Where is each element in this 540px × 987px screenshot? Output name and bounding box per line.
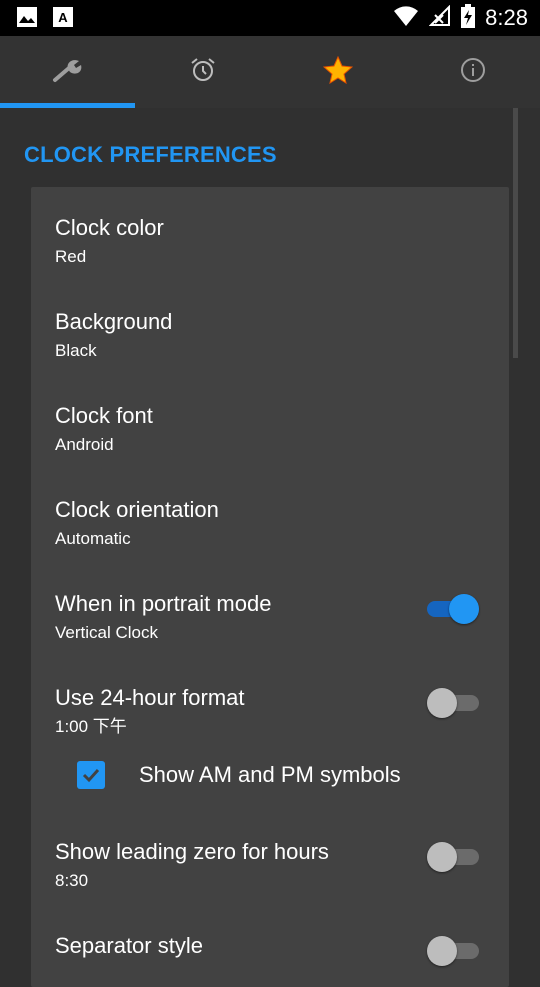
wifi-icon [393, 5, 419, 32]
wrench-icon [52, 57, 84, 88]
signal-icon [428, 4, 451, 32]
pref-separator-style[interactable]: Separator style [55, 933, 485, 959]
pref-clock-orientation[interactable]: Clock orientation Automatic [55, 497, 485, 549]
leading-zero-switch[interactable] [427, 842, 479, 872]
ampm-checkbox-label[interactable]: Show AM and PM symbols [139, 762, 401, 788]
pref-leading-zero[interactable]: Show leading zero for hours 8:30 [55, 839, 485, 891]
pref-title: Separator style [55, 933, 203, 958]
section-title: CLOCK PREFERENCES [24, 142, 277, 167]
ampm-checkbox[interactable] [77, 761, 105, 789]
pref-summary: 1:00 下午 [55, 717, 127, 736]
battery-icon [461, 3, 476, 33]
check-icon [82, 768, 100, 783]
pref-summary: Red [55, 247, 87, 266]
pref-title: Show leading zero for hours [55, 839, 329, 864]
pref-portrait-mode[interactable]: When in portrait mode Vertical Clock [55, 591, 485, 643]
pref-summary: Vertical Clock [55, 623, 158, 642]
status-bar: A 8:28 [0, 0, 540, 36]
pref-clock-font[interactable]: Clock font Android [55, 403, 485, 455]
pref-24-hour-format[interactable]: Use 24-hour format 1:00 下午 [55, 685, 485, 737]
alarm-clock-icon [190, 57, 216, 88]
tab-favorites[interactable] [270, 36, 405, 108]
scrollbar[interactable] [513, 108, 518, 358]
svg-text:A: A [58, 10, 68, 25]
image-icon [16, 6, 38, 33]
info-icon [460, 57, 486, 88]
pref-title: Clock font [55, 403, 153, 428]
tab-settings[interactable] [0, 36, 135, 108]
status-time: 8:28 [485, 5, 528, 30]
pref-summary: Automatic [55, 529, 131, 548]
tab-info[interactable] [405, 36, 540, 108]
pref-title: When in portrait mode [55, 591, 272, 616]
separator-style-switch[interactable] [427, 936, 479, 966]
tab-bar [0, 36, 540, 108]
pref-title: Background [55, 309, 173, 334]
24-hour-format-switch[interactable] [427, 688, 479, 718]
preferences-card: Clock color Red Background Black Clock f… [31, 187, 509, 987]
pref-title: Use 24-hour format [55, 685, 245, 710]
preferences-content[interactable]: CLOCK PREFERENCES Clock color Red Backgr… [0, 108, 540, 987]
pref-title: Clock orientation [55, 497, 219, 522]
pref-title: Clock color [55, 215, 164, 240]
a-square-icon: A [52, 6, 74, 33]
pref-summary: Black [55, 341, 97, 360]
pref-background[interactable]: Background Black [55, 309, 485, 361]
tab-alarm[interactable] [135, 36, 270, 108]
star-icon [322, 55, 353, 89]
pref-summary: 8:30 [55, 871, 89, 890]
pref-clock-color[interactable]: Clock color Red [55, 215, 485, 267]
portrait-mode-switch[interactable] [427, 594, 479, 624]
pref-summary: Android [55, 435, 114, 454]
